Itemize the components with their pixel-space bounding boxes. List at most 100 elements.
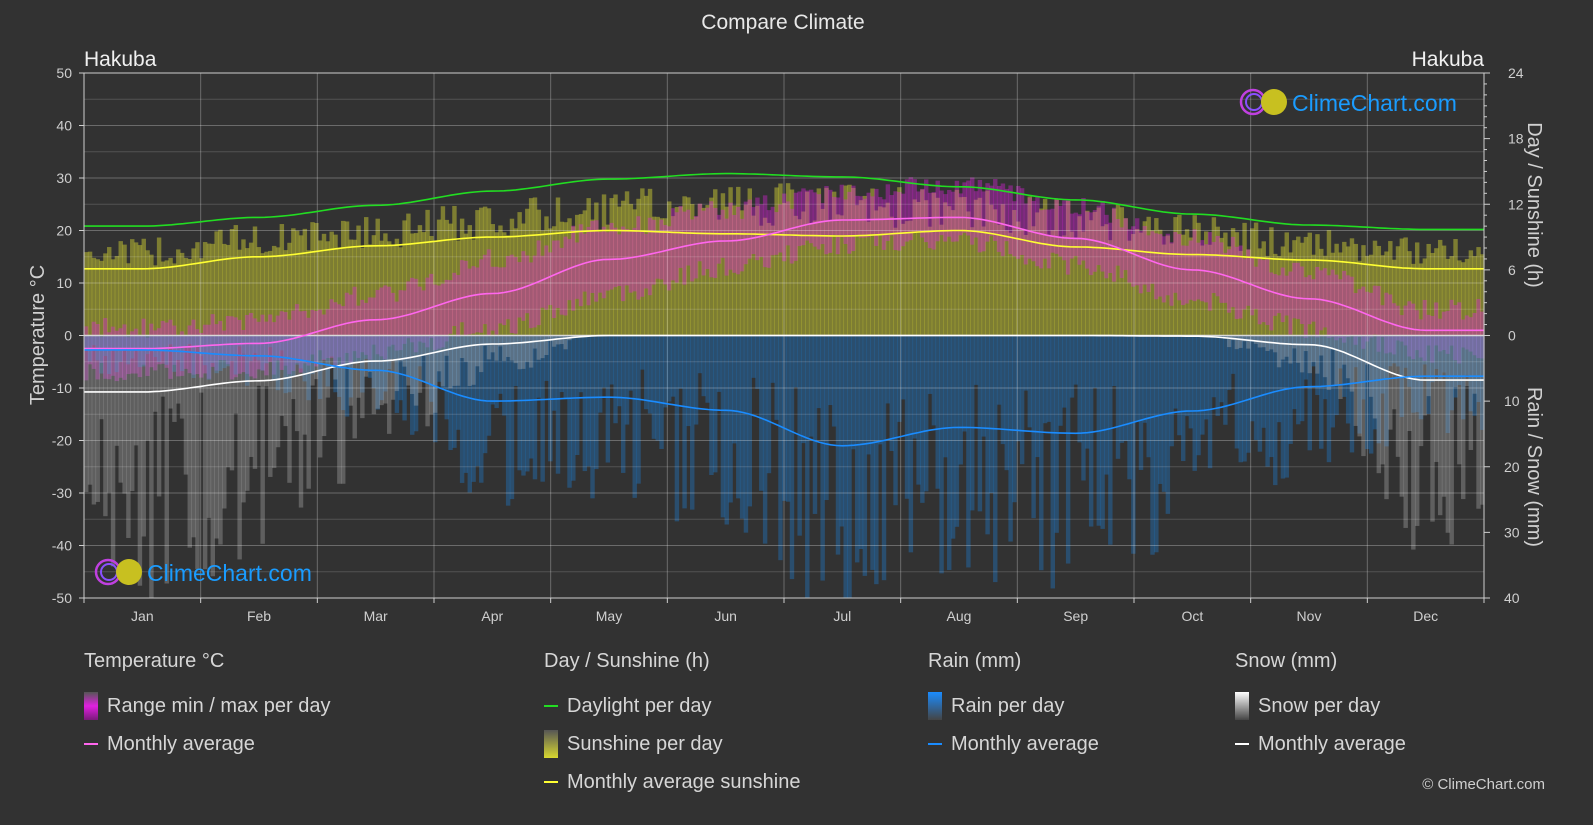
temp-range-bar — [620, 226, 626, 302]
sunshine-bar — [126, 263, 131, 336]
temp-range-bar — [755, 197, 760, 261]
snow-bar — [1445, 335, 1451, 533]
temp-range-bar — [1065, 198, 1071, 275]
snow-bar — [1472, 335, 1477, 394]
snow-bar — [206, 335, 212, 518]
watermark-top: ClimeChart.com — [1239, 88, 1457, 116]
snow-bar — [551, 335, 557, 347]
left-axis-label: Temperature °C — [27, 265, 49, 405]
rain-bar — [1169, 335, 1174, 447]
sunshine-bar — [176, 249, 181, 336]
legend-group: Snow (mm) Snow per day Monthly average — [1235, 650, 1406, 763]
temp-range-bar — [1081, 197, 1086, 261]
rain-bar — [724, 335, 729, 525]
x-tick-label: Jul — [833, 608, 851, 624]
legend-group-title: Temperature °C — [84, 650, 225, 672]
x-tick-label: Apr — [481, 608, 503, 624]
rain-bar — [1215, 335, 1220, 416]
climate-chart: Compare Climate Hakuba Hakuba 50 40 30 20 10… — [27, 11, 1545, 624]
snow-bar — [1296, 335, 1301, 363]
snow-bar — [187, 335, 192, 548]
left-tick-label: 40 — [56, 118, 72, 134]
snow-bar — [141, 335, 146, 537]
rain-bar — [1238, 335, 1243, 463]
rain-bar — [996, 335, 1002, 405]
temp-range-bar — [713, 207, 718, 279]
snow-bar — [164, 335, 169, 584]
legend-item: Range min / max per day — [84, 687, 330, 725]
rain-bar — [1058, 335, 1063, 426]
temp-range-bar — [617, 234, 622, 286]
legend-item: Snow per day — [1235, 687, 1406, 725]
snow-bar — [202, 335, 208, 570]
snow-bar — [1253, 335, 1259, 344]
snow-bar — [1315, 335, 1320, 374]
rain-bar — [931, 335, 937, 426]
rain-bar — [1157, 335, 1163, 484]
snow-bar — [1326, 335, 1332, 390]
snow-bar — [156, 335, 162, 497]
temp-range-bar — [1073, 212, 1079, 256]
sunshine-bar — [110, 259, 116, 336]
rain-bar — [1054, 335, 1059, 533]
temp-range-bar — [1069, 213, 1075, 259]
rain-bar — [1138, 335, 1144, 470]
legend-item-label: Monthly average sunshine — [567, 770, 801, 793]
rain-bar — [651, 335, 657, 439]
temp-range-bar — [597, 231, 603, 293]
rain-bar — [924, 335, 929, 492]
legend-item: Daylight per day — [544, 687, 800, 725]
rain-bar — [1192, 335, 1197, 471]
rain-bar — [644, 335, 649, 410]
rain-bar — [1035, 335, 1040, 458]
rain-bar — [1204, 335, 1209, 420]
rain-bar — [1219, 335, 1224, 403]
snow-bar — [1357, 335, 1362, 437]
temp-range-bar — [410, 277, 415, 343]
snow-bar — [1414, 335, 1420, 526]
temp-range-bar — [977, 179, 983, 253]
sunshine-bar — [202, 242, 208, 336]
snow-bar — [130, 335, 135, 492]
temp-range-bar — [939, 190, 944, 236]
temp-range-bar — [1023, 203, 1029, 265]
temp-range-bar — [574, 242, 580, 299]
temp-range-bar — [1115, 219, 1121, 266]
snow-bar — [1372, 335, 1378, 419]
rain-bar — [1111, 335, 1117, 387]
sunshine-bar — [149, 254, 154, 336]
snow-bar — [463, 335, 469, 362]
temp-range-bar — [989, 185, 994, 236]
sunshine-bar — [84, 252, 89, 336]
snow-bar — [199, 335, 204, 393]
right-top-tick-label: 18 — [1508, 131, 1524, 147]
right-bottom-axis-label: Rain / Snow (mm) — [1523, 387, 1545, 547]
snow-bar — [394, 335, 400, 392]
rain-bar — [808, 335, 814, 437]
left-tick-label: -50 — [52, 590, 72, 606]
sunshine-bar — [172, 263, 177, 336]
left-tick-label: 30 — [56, 170, 72, 186]
temp-range-bar — [931, 192, 937, 250]
legend-item: Monthly average — [84, 725, 330, 763]
rain-bar — [697, 335, 703, 374]
sunshine-bar — [114, 255, 120, 336]
temp-range-bar — [947, 189, 952, 237]
temp-range-bar — [1019, 188, 1025, 256]
temp-range-bar — [785, 201, 791, 246]
snow-bar — [371, 335, 377, 415]
snow-bar — [390, 335, 396, 400]
snow-bar — [398, 335, 403, 361]
snow-bar — [233, 335, 239, 414]
rain-bar — [1177, 335, 1182, 436]
temp-range-bar — [459, 260, 465, 323]
temp-range-bar — [1123, 218, 1128, 271]
rain-bar — [1142, 335, 1148, 423]
rain-bar — [985, 335, 990, 535]
snow-bar — [1292, 335, 1297, 349]
left-tick-label: -40 — [52, 538, 72, 554]
snow-bar — [555, 335, 561, 345]
temp-range-bar — [1338, 279, 1343, 338]
legend-item: Sunshine per day — [544, 725, 800, 763]
rain-bar — [900, 335, 906, 400]
